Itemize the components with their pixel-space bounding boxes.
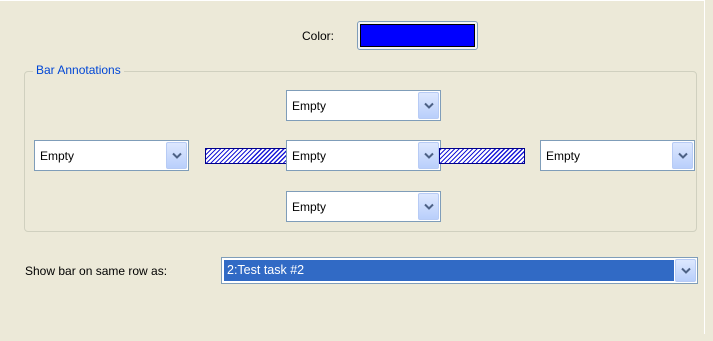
chevron-down-icon — [681, 267, 691, 274]
show-bar-row-combo[interactable]: 2:Test task #2 — [221, 257, 698, 284]
annotation-right-value: Empty — [546, 149, 581, 163]
chevron-down-icon — [678, 152, 688, 159]
chevron-down-icon — [424, 102, 434, 109]
annotation-top-value: Empty — [292, 99, 327, 113]
task-bar-properties-panel: Color: Bar Annotations Empty Empty Empty — [0, 0, 713, 341]
chevron-down-icon — [424, 203, 434, 210]
dropdown-button[interactable] — [675, 259, 696, 282]
dropdown-button[interactable] — [418, 92, 439, 119]
chevron-down-icon — [424, 152, 434, 159]
dropdown-button[interactable] — [418, 193, 439, 220]
dropdown-button[interactable] — [672, 142, 693, 169]
color-label: Color: — [302, 29, 335, 43]
bar-preview-right — [439, 148, 525, 164]
dropdown-button[interactable] — [418, 142, 439, 169]
annotation-center-combo[interactable]: Empty — [286, 140, 441, 171]
annotation-left-value: Empty — [40, 149, 75, 163]
dropdown-button[interactable] — [166, 142, 187, 169]
annotation-left-combo[interactable]: Empty — [34, 140, 189, 171]
annotation-bottom-combo[interactable]: Empty — [286, 191, 441, 222]
bar-annotations-legend: Bar Annotations — [33, 63, 124, 77]
color-swatch — [360, 24, 475, 47]
annotation-center-value: Empty — [292, 149, 327, 163]
chevron-down-icon — [172, 152, 182, 159]
annotation-bottom-value: Empty — [292, 200, 327, 214]
bar-preview-left — [205, 148, 288, 164]
annotation-top-combo[interactable]: Empty — [286, 90, 441, 121]
show-bar-row-label: Show bar on same row as: — [25, 264, 168, 278]
show-bar-row-value: 2:Test task #2 — [227, 263, 305, 277]
color-picker-button[interactable] — [357, 21, 478, 50]
annotation-right-combo[interactable]: Empty — [540, 140, 695, 171]
